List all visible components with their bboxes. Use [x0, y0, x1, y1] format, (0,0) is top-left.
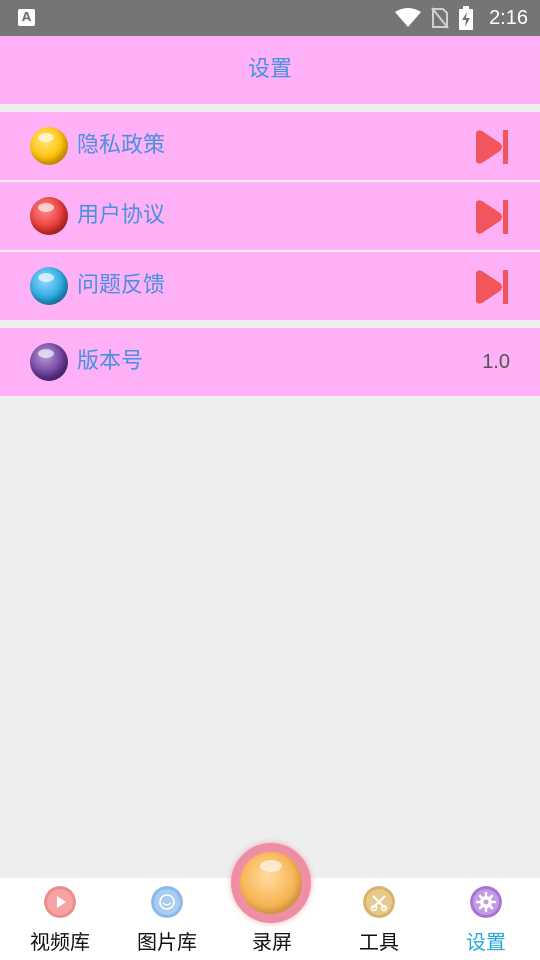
arrow-right-icon[interactable] [472, 128, 510, 166]
record-button[interactable] [231, 843, 311, 923]
nav-label: 录屏 [252, 930, 292, 954]
arrow-right-icon[interactable] [472, 198, 510, 236]
nav-label: 视频库 [30, 930, 90, 954]
nav-label: 工具 [359, 930, 399, 954]
settings-item-feedback[interactable]: 问题反馈 [0, 252, 540, 320]
video-library-icon [44, 886, 76, 918]
blue-ball-icon [30, 267, 68, 305]
settings-item-label: 用户协议 [77, 203, 166, 228]
nav-item-photo-library[interactable]: 图片库 [117, 878, 217, 960]
battery-charging-icon [459, 6, 474, 30]
settings-icon [470, 886, 502, 918]
settings-item-label: 隐私政策 [77, 133, 166, 158]
settings-item-label: 问题反馈 [77, 273, 166, 298]
purple-ball-icon [30, 343, 68, 381]
notification-icon: A [18, 9, 35, 26]
nav-label: 图片库 [137, 930, 197, 954]
settings-item-version: 版本号 1.0 [0, 328, 540, 396]
tools-icon [363, 886, 395, 918]
settings-item-user-agreement[interactable]: 用户协议 [0, 182, 540, 250]
nav-item-video-library[interactable]: 视频库 [10, 878, 110, 960]
version-value: 1.0 [482, 351, 510, 373]
nav-item-settings[interactable]: 设置 [436, 878, 536, 960]
red-ball-icon [30, 197, 68, 235]
yellow-ball-icon [30, 127, 68, 165]
page-header: 设置 [0, 36, 540, 104]
page-title: 设置 [247, 57, 292, 82]
nav-label: 设置 [466, 930, 506, 954]
no-sim-icon [431, 7, 449, 29]
status-icons: 2:16 [395, 0, 528, 36]
version-label: 版本号 [77, 349, 144, 374]
clock: 2:16 [489, 6, 528, 29]
nav-item-tools[interactable]: 工具 [329, 878, 429, 960]
record-button-icon [240, 852, 302, 914]
status-bar: A 2:16 [0, 0, 540, 36]
photo-library-icon [151, 886, 183, 918]
wifi-icon [395, 8, 422, 27]
arrow-right-icon[interactable] [472, 268, 510, 306]
settings-item-privacy-policy[interactable]: 隐私政策 [0, 112, 540, 180]
